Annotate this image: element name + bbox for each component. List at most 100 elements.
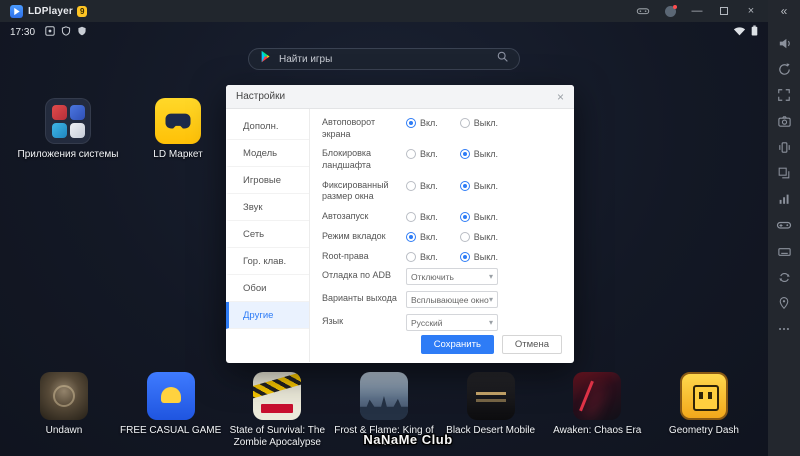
- stats-icon[interactable]: [768, 186, 800, 212]
- adb-debug-select[interactable]: Отключить ▾: [406, 268, 498, 286]
- chevron-down-icon: ▾: [488, 318, 493, 328]
- game-free-casual-game[interactable]: FREE CASUAL GAME: [119, 372, 223, 449]
- ld-store-icon: [155, 98, 201, 144]
- game-awaken-chaos-era[interactable]: Awaken: Chaos Era: [545, 372, 649, 449]
- setting-fixed-window-size: Фиксированный размер окна Вкл. Выкл.: [322, 180, 562, 203]
- gamepad-icon[interactable]: [636, 4, 650, 18]
- game-label: Black Desert Mobile: [446, 425, 536, 436]
- radio-off[interactable]: Выкл.: [459, 118, 498, 128]
- system-apps-folder[interactable]: Приложения системы: [16, 98, 120, 161]
- game-icon: [253, 372, 302, 420]
- version-badge: 9: [76, 5, 88, 17]
- radio-off[interactable]: Выкл.: [459, 251, 498, 262]
- tab-dopoln[interactable]: Дополн.: [226, 113, 309, 140]
- game-search-bar[interactable]: Найти игры: [248, 48, 520, 70]
- settings-nav: Дополн. Модель Игровые Звук Сеть Гор. кл…: [226, 109, 310, 362]
- tab-label: Звук: [243, 201, 263, 213]
- setting-label: Фиксированный размер окна: [322, 179, 389, 202]
- language-select[interactable]: Русский ▾: [406, 314, 498, 332]
- keyboard-icon[interactable]: [768, 238, 800, 264]
- game-black-desert-mobile[interactable]: Black Desert Mobile: [439, 372, 543, 449]
- cancel-button[interactable]: Отмена: [501, 334, 562, 354]
- tab-gor-klav[interactable]: Гор. клав.: [226, 248, 309, 275]
- game-undawn[interactable]: Undawn: [12, 372, 116, 449]
- game-label: State of Survival: The Zombie Apocalypse: [229, 425, 326, 448]
- android-statusbar: 17:30: [0, 22, 768, 42]
- app-notification-icon: [45, 25, 55, 39]
- search-icon: [496, 50, 509, 68]
- setting-label: Автозапуск: [322, 211, 369, 222]
- minimize-button[interactable]: —: [690, 4, 704, 18]
- rotate-screen-icon[interactable]: [768, 56, 800, 82]
- more-icon[interactable]: [768, 316, 800, 342]
- collapse-sidebar-button[interactable]: «: [768, 0, 800, 22]
- tab-label: Обои: [243, 282, 267, 294]
- radio-off[interactable]: Выкл.: [459, 231, 498, 242]
- ld-store-app[interactable]: LD Маркет: [126, 98, 230, 161]
- game-icon: [40, 372, 88, 420]
- tab-oboi[interactable]: Обои: [226, 275, 309, 302]
- gamepad-tool-icon[interactable]: [768, 212, 800, 238]
- mini-app-icon: [69, 104, 85, 120]
- tab-model[interactable]: Модель: [226, 140, 309, 167]
- radio-off[interactable]: Выкл.: [459, 212, 498, 223]
- tab-igrovye[interactable]: Игровые: [226, 167, 309, 194]
- game-state-of-survival[interactable]: State of Survival: The Zombie Apocalypse: [225, 372, 329, 449]
- radio-off[interactable]: Выкл.: [459, 149, 498, 160]
- battery-icon: [751, 25, 758, 39]
- tab-zvuk[interactable]: Звук: [226, 194, 309, 221]
- radio-on[interactable]: Вкл.: [406, 251, 438, 262]
- emulator-desktop: 17:30 Найти игры Приложения системы LD М…: [0, 22, 768, 456]
- tab-label: Другие: [243, 309, 274, 321]
- shake-icon[interactable]: [768, 134, 800, 160]
- game-geometry-dash[interactable]: Geometry Dash: [652, 372, 756, 449]
- app-title: LDPlayer: [28, 5, 73, 17]
- tab-drugie[interactable]: Другие: [226, 302, 309, 329]
- setting-tab-mode: Режим вкладок Вкл. Выкл.: [322, 231, 562, 243]
- multi-window-icon[interactable]: [768, 160, 800, 186]
- game-icon: [146, 372, 195, 420]
- screenshot-icon[interactable]: [768, 108, 800, 134]
- setting-autostart: Автозапуск Вкл. Выкл.: [322, 211, 562, 223]
- setting-label: Блокировка ландшафта: [322, 148, 372, 171]
- maximize-button[interactable]: [717, 4, 731, 18]
- mini-app-icon: [51, 104, 67, 120]
- google-play-icon: [259, 50, 271, 68]
- radio-on[interactable]: Вкл.: [406, 149, 438, 160]
- save-button[interactable]: Сохранить: [420, 334, 494, 354]
- setting-label: Автоповорот экрана: [322, 117, 376, 139]
- tab-label: Модель: [243, 147, 278, 159]
- radio-on[interactable]: Вкл.: [406, 212, 438, 223]
- radio-on[interactable]: Вкл.: [406, 118, 438, 128]
- chevron-down-icon: ▾: [488, 295, 493, 305]
- dialog-close-button[interactable]: ×: [557, 91, 564, 103]
- setting-label: Режим вкладок: [322, 230, 386, 241]
- app-label: LD Маркет: [153, 149, 203, 160]
- game-icon: [679, 372, 728, 420]
- setting-label: Отладка по ADB: [322, 270, 391, 281]
- setting-lock-landscape: Блокировка ландшафта Вкл. Выкл.: [322, 148, 562, 171]
- dialog-header: Настройки ×: [226, 85, 574, 109]
- setting-adb-debug: Отладка по ADB Отключить ▾: [322, 268, 562, 286]
- close-button[interactable]: ×: [744, 4, 758, 18]
- titlebar: LDPlayer 9 — ×: [0, 0, 768, 22]
- radio-on[interactable]: Вкл.: [406, 231, 438, 242]
- location-icon[interactable]: [768, 290, 800, 316]
- radio-on[interactable]: Вкл.: [406, 180, 438, 191]
- search-label: Найти игры: [279, 53, 333, 65]
- tab-set[interactable]: Сеть: [226, 221, 309, 248]
- sync-icon[interactable]: [768, 264, 800, 290]
- chevron-down-icon: ▾: [488, 272, 493, 282]
- game-label: FREE CASUAL GAME: [119, 425, 222, 436]
- radio-off[interactable]: Выкл.: [459, 180, 498, 191]
- ldplayer-window: LDPlayer 9 — × « 17:30 Найти игры Прилож…: [0, 0, 800, 456]
- tab-label: Гор. клав.: [243, 255, 287, 267]
- game-icon: [359, 372, 408, 420]
- game-label: Awaken: Chaos Era: [553, 425, 642, 436]
- ldplayer-logo-icon: [10, 4, 23, 18]
- game-icon: [573, 372, 622, 420]
- exit-options-select[interactable]: Всплывающее окно ▾: [406, 291, 498, 309]
- volume-icon[interactable]: [768, 30, 800, 56]
- fullscreen-icon[interactable]: [768, 82, 800, 108]
- profile-notification-icon[interactable]: [663, 4, 677, 18]
